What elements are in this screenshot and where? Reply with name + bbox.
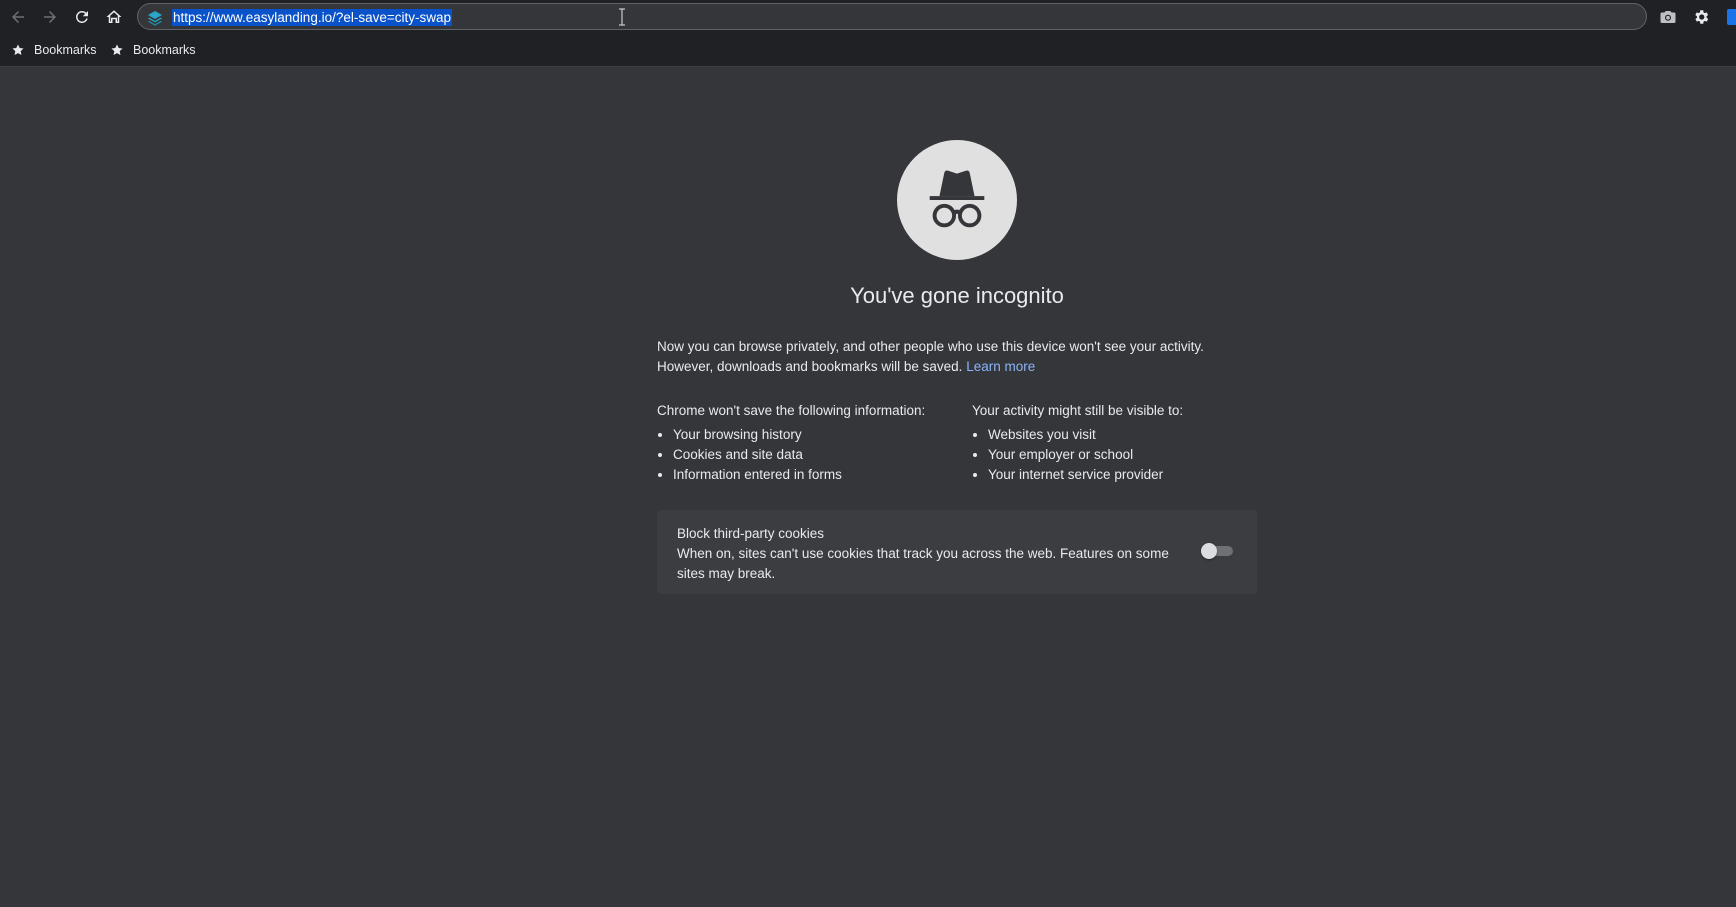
bookmark-label: Bookmarks	[133, 43, 196, 57]
home-button[interactable]	[101, 4, 127, 30]
site-layers-icon	[148, 11, 162, 26]
gear-icon[interactable]	[1692, 8, 1710, 26]
text-cursor-icon	[619, 8, 625, 26]
camera-icon[interactable]	[1659, 8, 1677, 26]
incognito-icon	[929, 170, 985, 228]
browser-toolbar: https://www.easylanding.io/?el-save=city…	[0, 0, 1736, 33]
list-item: Your browsing history	[673, 425, 925, 445]
incognito-logo	[897, 140, 1017, 260]
cookie-card-description: When on, sites can't use cookies that tr…	[677, 546, 1169, 581]
intro-paragraph: Now you can browse privately, and other …	[657, 337, 1257, 377]
wont-save-list: Your browsing history Cookies and site d…	[657, 425, 925, 485]
list-item: Your employer or school	[988, 445, 1183, 465]
intro-text: Now you can browse privately, and other …	[657, 339, 1204, 374]
cookie-card-title: Block third-party cookies	[677, 526, 825, 541]
learn-more-link[interactable]: Learn more	[966, 359, 1035, 374]
toggle-knob	[1201, 543, 1217, 559]
list-item: Your internet service provider	[988, 465, 1183, 485]
extension-badge-icon[interactable]	[1727, 9, 1736, 25]
home-icon	[106, 10, 122, 23]
list-item: Websites you visit	[988, 425, 1183, 445]
forward-button[interactable]	[37, 4, 63, 30]
wont-save-heading: Chrome won't save the following informat…	[657, 403, 926, 418]
bookmark-label: Bookmarks	[34, 43, 97, 57]
back-button[interactable]	[5, 4, 31, 30]
star-icon	[111, 44, 123, 56]
back-arrow-icon	[12, 11, 24, 23]
block-cookies-toggle[interactable]	[1201, 543, 1233, 559]
page-title: You've gone incognito	[850, 283, 1064, 308]
reload-button[interactable]	[69, 4, 95, 30]
star-icon	[12, 44, 24, 56]
url-text[interactable]: https://www.easylanding.io/?el-save=city…	[172, 9, 453, 26]
bookmark-item[interactable]: Bookmarks	[11, 39, 97, 61]
cookie-controls-card: Block third-party cookies When on, sites…	[657, 510, 1257, 594]
wont-save-section: Chrome won't save the following informat…	[657, 401, 925, 485]
forward-arrow-icon	[44, 11, 56, 23]
visible-to-list: Websites you visit Your employer or scho…	[972, 425, 1183, 485]
list-item: Cookies and site data	[673, 445, 925, 465]
list-item: Information entered in forms	[673, 465, 925, 485]
address-bar[interactable]: https://www.easylanding.io/?el-save=city…	[137, 3, 1647, 30]
bookmark-item[interactable]: Bookmarks	[110, 39, 196, 61]
visible-to-section: Your activity might still be visible to:…	[972, 401, 1183, 485]
reload-icon	[75, 10, 88, 23]
bookmarks-bar: Bookmarks Bookmarks	[0, 33, 1736, 67]
visible-to-heading: Your activity might still be visible to:	[972, 403, 1184, 418]
